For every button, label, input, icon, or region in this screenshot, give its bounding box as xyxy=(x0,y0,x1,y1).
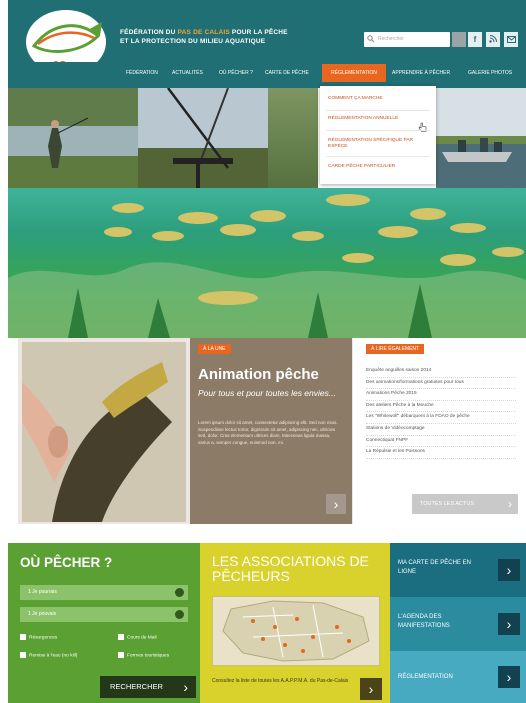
news-item[interactable]: Les "Whitewolf" débarquent à la FDAO de … xyxy=(366,412,516,424)
reglementation-dropdown: COMMENT ÇA MARCHE RÉGLEMENTATION ANNUELL… xyxy=(320,86,436,184)
banner-photo-fisherman xyxy=(8,88,138,188)
search-fishing-button[interactable]: RECHERCHER › xyxy=(100,676,196,698)
news-badge: À LIRE ÉGALEMENT xyxy=(366,344,425,354)
mail-icon[interactable] xyxy=(504,32,518,47)
feature-text: Lorem ipsum dolor sit amet, consectetur … xyxy=(198,420,338,445)
hero-underwater-image xyxy=(8,188,526,338)
nav-galerie-photos[interactable]: GALERIE PHOTOS xyxy=(468,66,512,80)
chevron-right-icon: › xyxy=(498,613,520,635)
all-news-button[interactable]: TOUTES LES ACTUS › xyxy=(412,494,518,514)
feature-photo[interactable] xyxy=(22,342,186,522)
associations-title: LES ASSOCIATIONS DE PÊCHEURS xyxy=(212,553,369,584)
nav-ou-pecher[interactable]: OÙ PÊCHER ? xyxy=(219,66,253,80)
dropdown-item-carde-peche[interactable]: CARDE PÊCHE PARTICULIER xyxy=(328,164,428,170)
banner-photo-field xyxy=(268,88,318,188)
nav-actualites[interactable]: ACTUALITÉS xyxy=(172,66,203,80)
dropdown-item-reglementation-annuelle[interactable]: RÉGLEMENTATION ANNUELLE xyxy=(328,116,428,122)
banner-photo-rods xyxy=(138,87,268,188)
checkbox-formes-touristiques[interactable]: Formes touristiques xyxy=(118,652,169,658)
nav-carte-de-peche[interactable]: CARTE DE PÊCHE xyxy=(265,66,309,80)
where-to-fish-select-2[interactable]: 1 Je pouvais xyxy=(20,607,188,622)
search-input[interactable]: Rechercher xyxy=(364,32,450,47)
news-item[interactable]: Connectiquat FNPF xyxy=(366,436,516,448)
news-item[interactable]: Enquête anguilles saison 2014 xyxy=(366,366,516,378)
tile-reglementation[interactable]: RÉGLEMENTATION › xyxy=(390,651,526,703)
chevron-right-icon: › xyxy=(498,666,520,688)
where-to-fish-select-1[interactable]: 1 Je pourrais xyxy=(20,585,188,600)
where-to-fish-title: OÙ PÊCHER ? xyxy=(20,555,113,570)
nav-apprendre-a-pecher[interactable]: APPRENDRE À PÊCHER xyxy=(392,66,450,80)
checkbox-no-kill[interactable]: Remise à l'eau (no kill) xyxy=(20,652,77,658)
news-item[interactable]: La Répulsie et les Poissons xyxy=(366,447,516,459)
chevron-down-icon xyxy=(175,610,184,619)
search-icon xyxy=(367,35,375,43)
search-button[interactable] xyxy=(452,32,466,47)
associations-text: Consultez la liste de toutes les A.A.P.P… xyxy=(212,678,349,684)
tile-agenda[interactable]: L'AGENDA DES MANIFESTATIONS › xyxy=(390,597,526,651)
news-item[interactable]: Stations de Vidéocomptage xyxy=(366,424,516,436)
checkbox-cours-de-mail[interactable]: Cours de Mail xyxy=(118,634,157,640)
rss-icon[interactable] xyxy=(486,32,500,47)
facebook-icon[interactable]: f xyxy=(468,32,482,47)
feature-title[interactable]: Animation pêche xyxy=(198,366,348,383)
news-item[interactable]: Animations Pêche 2015 xyxy=(366,389,516,401)
associations-map[interactable] xyxy=(212,596,380,666)
site-title: FÉDÉRATION DU PAS DE CALAIS POUR LA PÊCH… xyxy=(120,29,288,45)
feature-badge: À LA UNE xyxy=(198,344,231,354)
news-list: Enquête anguilles saison 2014 Des animat… xyxy=(366,366,516,459)
chevron-down-icon xyxy=(175,588,184,597)
nav-reglementation[interactable]: RÉGLEMENTATION xyxy=(322,64,386,82)
news-item[interactable]: Des ateliers Pêche à la Mouche xyxy=(366,401,516,413)
dropdown-item-reglementation-specifique[interactable]: RÉGLEMENTATION SPÉCIFIQUE PAR ESPÈCE xyxy=(328,138,428,150)
checkbox-resurgences[interactable]: Résurgences xyxy=(20,634,57,640)
dropdown-item-comment-ca-marche[interactable]: COMMENT ÇA MARCHE xyxy=(328,96,428,102)
nav-federation[interactable]: FÉDÉRATION xyxy=(126,66,158,80)
banner-photo-boat xyxy=(436,88,526,188)
feature-subtitle: Pour tous et pour toutes les envies... xyxy=(198,388,336,398)
news-item[interactable]: Des animations/formations gratuites pour… xyxy=(366,378,516,390)
chevron-right-icon: › xyxy=(498,559,520,581)
associations-arrow-button[interactable]: › xyxy=(360,678,382,700)
tile-carte-de-peche[interactable]: MA CARTE DE PÊCHE EN LIGNE › xyxy=(390,543,526,597)
feature-arrow-button[interactable]: › xyxy=(326,494,346,514)
